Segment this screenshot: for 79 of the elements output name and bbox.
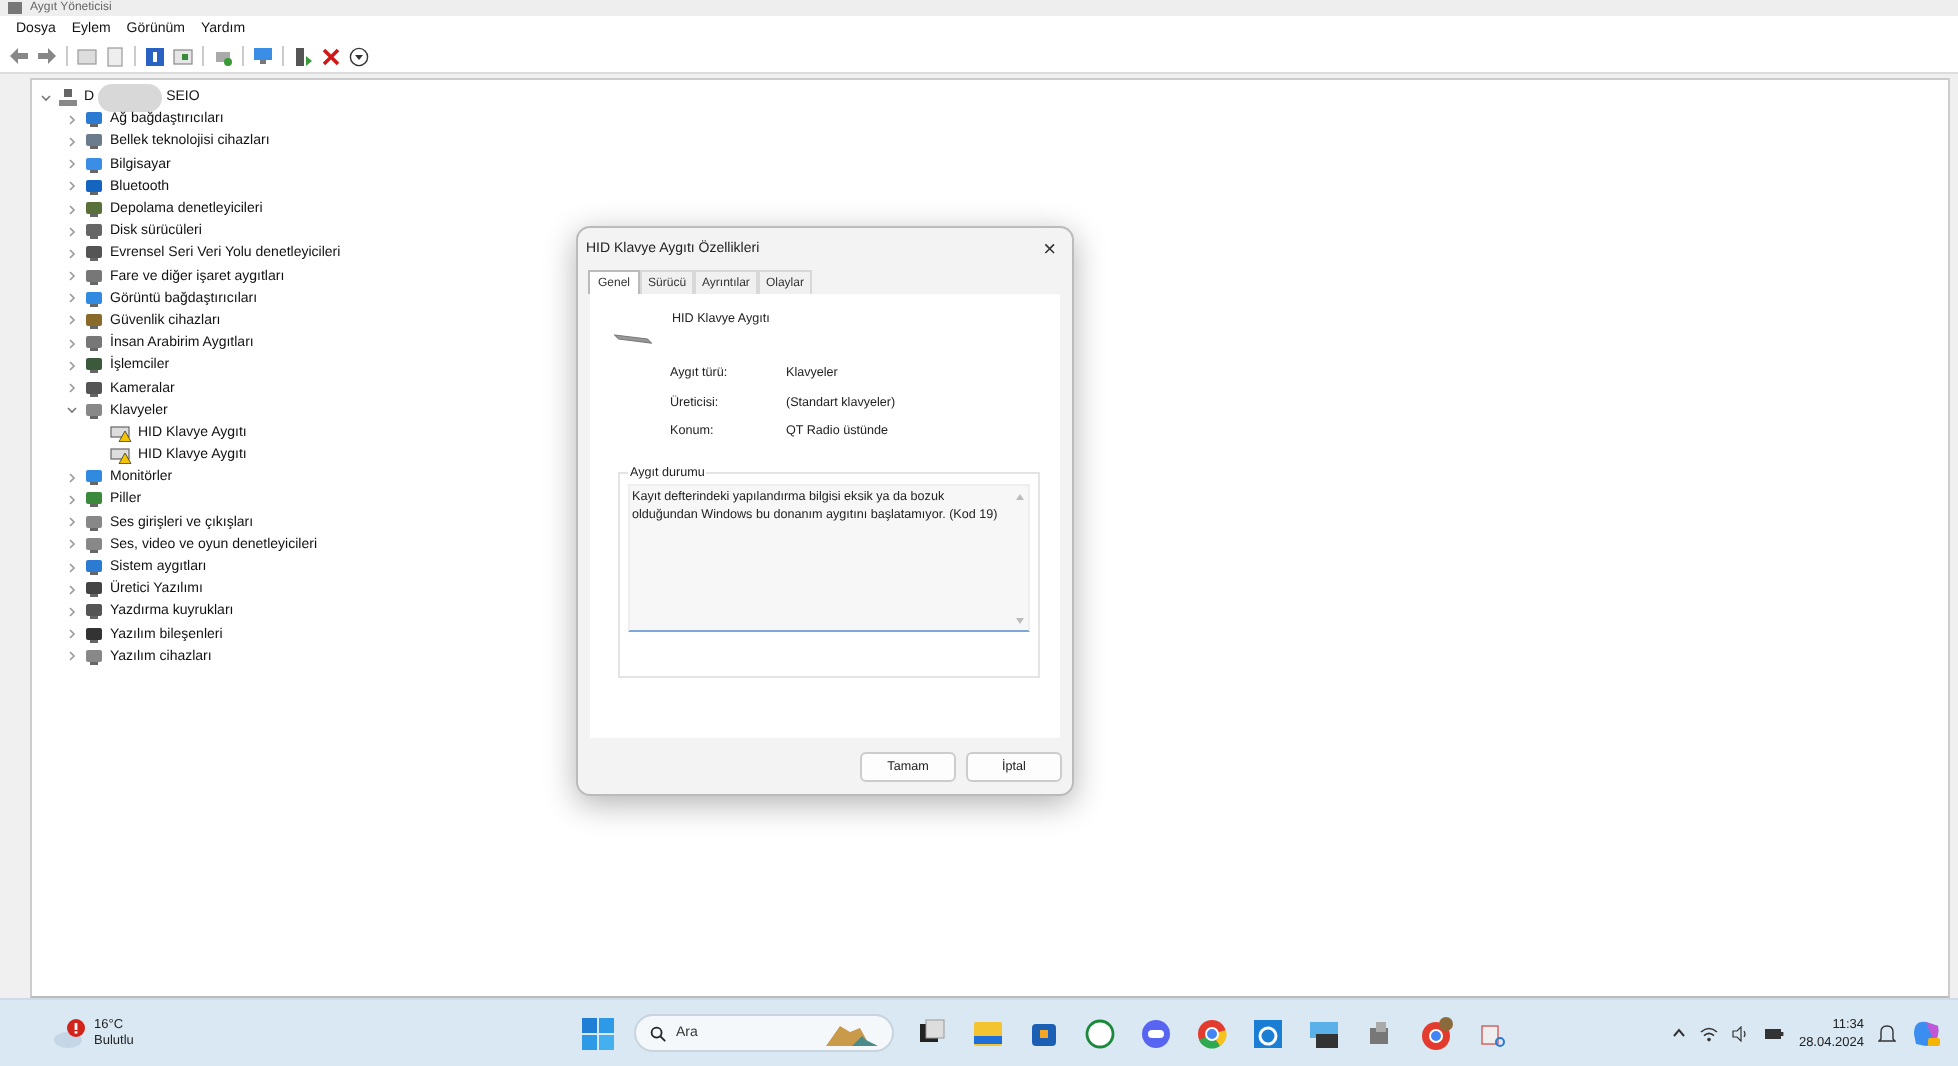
chevron-icon[interactable] [66,314,78,327]
wifi-icon[interactable] [1700,1025,1719,1042]
bell-icon[interactable] [1878,1023,1896,1044]
chevron-icon[interactable] [66,605,78,618]
chevron-icon[interactable] [66,650,78,663]
chevron-icon[interactable] [66,292,78,305]
chevron-icon[interactable] [66,135,78,148]
landscape-icon [826,1021,878,1046]
chevron-icon[interactable] [66,516,78,529]
app-icon [8,2,22,14]
device-icon [84,110,104,129]
browser-profile-icon[interactable] [1418,1015,1454,1052]
device-icon [84,580,104,599]
device-icon [84,468,104,487]
device-icon [84,311,104,330]
chevron-icon[interactable] [66,471,78,484]
chevron-icon[interactable] [66,203,78,216]
device-icon [84,200,104,219]
device-icon [84,177,104,196]
properties-icon[interactable] [172,45,194,67]
forward-arrow-icon[interactable] [36,45,58,67]
chevron-icon[interactable] [66,583,78,596]
close-button[interactable]: × [1039,237,1060,261]
chevron-icon[interactable] [66,337,78,350]
chevron-icon[interactable] [66,493,78,506]
close-icon[interactable] [320,45,342,67]
device-icon [84,602,104,621]
redaction-blur [98,83,163,112]
device-icon [84,401,104,420]
device-icon [84,558,104,577]
scroll-up-icon[interactable] [1016,494,1024,500]
device-icon [84,625,104,644]
device-icon [84,155,104,174]
device-icon [84,490,104,509]
search-icon [650,1025,666,1042]
computer-icon [58,87,78,108]
device-icon [84,222,104,241]
keyboard-warning-icon [110,423,132,442]
device-icon [84,356,104,375]
keyboard-warning-icon [110,446,132,465]
download-icon[interactable] [348,45,370,67]
help-icon[interactable] [144,45,166,67]
window-icon[interactable] [76,45,98,67]
chevron-icon[interactable] [66,359,78,372]
device-icon [84,132,104,151]
camera-app-icon[interactable] [1250,1015,1286,1052]
chevron-icon[interactable] [66,382,78,395]
monitor-icon[interactable] [252,45,274,67]
device-icon [84,267,104,286]
chevron-icon[interactable] [40,91,52,104]
device-icon [84,244,104,263]
device-add-icon[interactable] [292,45,314,67]
chevron-icon[interactable] [66,561,78,574]
device-icon [84,379,104,398]
copilot-icon[interactable] [1910,1017,1942,1050]
battery-icon[interactable] [1764,1025,1785,1042]
weather-cloud-icon[interactable] [52,1017,88,1050]
chevron-icon[interactable] [66,180,78,193]
device-icon [84,647,104,666]
caret-up-icon[interactable] [1672,1028,1687,1039]
chevron-icon[interactable] [66,247,78,260]
chevron-icon[interactable] [66,628,78,641]
scroll-down-icon[interactable] [1016,618,1024,624]
gamepad-bubble-icon[interactable] [1138,1015,1174,1052]
chevron-icon[interactable] [66,113,78,126]
chevron-icon[interactable] [66,158,78,171]
back-arrow-icon[interactable] [8,45,30,67]
document-icon[interactable] [104,45,126,67]
chevron-icon[interactable] [66,270,78,283]
chevron-icon[interactable] [66,404,78,417]
device-icon [84,535,104,554]
device-icon [84,513,104,532]
device-icon [84,334,104,353]
start-icon[interactable] [582,1017,614,1050]
chevron-icon[interactable] [66,538,78,551]
device-icon [84,289,104,308]
browser-icon[interactable] [1194,1015,1230,1052]
volume-icon[interactable] [1732,1025,1751,1042]
chevron-icon[interactable] [66,225,78,238]
